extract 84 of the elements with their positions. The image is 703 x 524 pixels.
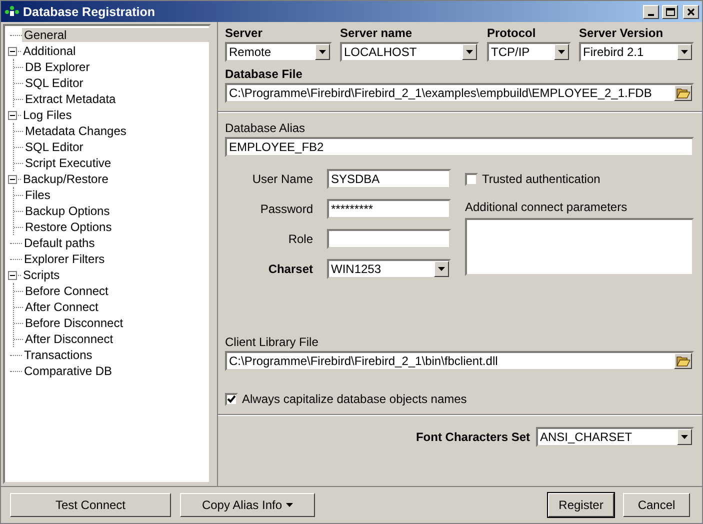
dropdown-button[interactable]	[462, 44, 477, 60]
tree-item[interactable]: Restore Options	[23, 220, 114, 234]
browse-button[interactable]	[674, 353, 692, 369]
dropdown-button[interactable]	[434, 261, 449, 277]
checkbox[interactable]	[225, 392, 238, 406]
tree-item[interactable]: Default paths	[22, 236, 97, 250]
tree-item[interactable]: Before Connect	[23, 284, 110, 298]
caret-icon	[438, 267, 445, 271]
field-label: Database File	[225, 67, 304, 81]
caret-icon	[681, 435, 688, 439]
window-title: Database Registration	[23, 4, 156, 18]
collapse-icon[interactable]	[8, 270, 17, 280]
caret-icon	[558, 50, 565, 54]
field-label: Server	[225, 26, 264, 40]
dropdown-button[interactable]	[315, 44, 330, 60]
action-button[interactable]: Cancel	[623, 493, 690, 517]
field-label: Font Characters Set	[416, 430, 530, 444]
tree-item[interactable]: Additional	[21, 44, 78, 58]
field-label: Client Library File	[225, 335, 320, 349]
tree-item[interactable]: SQL Editor	[23, 76, 86, 90]
field-label: Additional connect parameters	[465, 200, 628, 214]
maximize-icon	[666, 8, 674, 16]
dropdown-button[interactable]	[677, 429, 692, 445]
tree-item[interactable]: Files	[23, 188, 52, 202]
dropdown-field[interactable]: Remote	[225, 42, 332, 62]
checkbox-label: Always capitalize database objects names	[242, 392, 467, 406]
database-icon	[4, 4, 20, 18]
text-field[interactable]: *********	[327, 199, 451, 219]
dropdown-field[interactable]: TCP/IP	[487, 42, 571, 62]
tree-item[interactable]: Extract Metadata	[23, 92, 118, 106]
tree-item[interactable]: Script Executive	[23, 156, 114, 170]
action-button[interactable]: Register	[548, 493, 614, 517]
field-label: Database Alias	[225, 121, 306, 135]
tree-item[interactable]: Metadata Changes	[23, 124, 128, 138]
dropdown-button[interactable]	[554, 44, 569, 60]
dropdown-button[interactable]	[677, 44, 692, 60]
field-label: Server name	[340, 26, 414, 40]
field-label: Protocol	[487, 26, 537, 40]
tree-item[interactable]: After Disconnect	[23, 332, 116, 346]
close-button[interactable]	[683, 4, 699, 18]
minimize-button[interactable]	[643, 4, 659, 18]
tree-item[interactable]: SQL Editor	[23, 140, 86, 154]
tree-item[interactable]: After Connect	[23, 300, 100, 314]
caret-icon	[466, 50, 473, 54]
alias-field[interactable]: EMPLOYEE_FB2	[225, 137, 694, 157]
tree-item[interactable]: General	[22, 28, 210, 42]
file-path-field[interactable]: C:\Programme\Firebird\Firebird_2_1\examples\empbuild\EMPLOYEE_2_1.FDB	[225, 83, 694, 103]
checkbox-label: Trusted authentication	[482, 172, 600, 186]
dropdown-field[interactable]: LOCALHOST	[340, 42, 479, 62]
tree-item[interactable]: Before Disconnect	[23, 316, 126, 330]
tree-item[interactable]: Explorer Filters	[22, 252, 107, 266]
field-label: Role	[287, 232, 313, 246]
minimize-icon	[648, 14, 654, 16]
action-button[interactable]: Test Connect	[10, 493, 171, 517]
tree-item[interactable]: Backup Options	[23, 204, 112, 218]
caret-icon	[319, 50, 326, 54]
file-path-field[interactable]: C:\Programme\Firebird\Firebird_2_1\bin\fbclient.dll	[225, 351, 694, 371]
checkbox[interactable]	[465, 172, 478, 186]
field-label: Charset	[267, 262, 313, 276]
tree-item[interactable]: Transactions	[22, 348, 94, 362]
tree-item[interactable]: Comparative DB	[22, 364, 114, 378]
collapse-icon[interactable]	[8, 174, 17, 184]
text-field[interactable]: SYSDBA	[327, 169, 451, 189]
field-label: Server Version	[579, 26, 664, 40]
tree-item[interactable]: Backup/Restore	[21, 172, 110, 186]
text-field[interactable]	[327, 229, 451, 249]
field-label: User Name	[251, 172, 313, 186]
browse-button[interactable]	[674, 85, 692, 101]
close-icon	[687, 8, 695, 16]
dropdown-field[interactable]: ANSI_CHARSET	[536, 427, 694, 447]
caret-icon	[681, 50, 688, 54]
tree-item[interactable]: Log Files	[21, 108, 74, 122]
collapse-icon[interactable]	[8, 46, 17, 56]
maximize-button[interactable]	[662, 4, 678, 18]
parameters-text-area[interactable]	[465, 218, 694, 276]
folder-icon	[676, 87, 690, 99]
collapse-icon[interactable]	[8, 110, 17, 120]
tree-item[interactable]: DB Explorer	[23, 60, 92, 74]
action-button[interactable]: Copy Alias Info	[180, 493, 315, 517]
field-label: Password	[259, 202, 313, 216]
folder-icon	[676, 355, 690, 367]
dropdown-field[interactable]: Firebird 2.1	[579, 42, 694, 62]
tree-item[interactable]: Scripts	[21, 268, 62, 282]
charset-dropdown[interactable]: WIN1253	[327, 259, 451, 279]
